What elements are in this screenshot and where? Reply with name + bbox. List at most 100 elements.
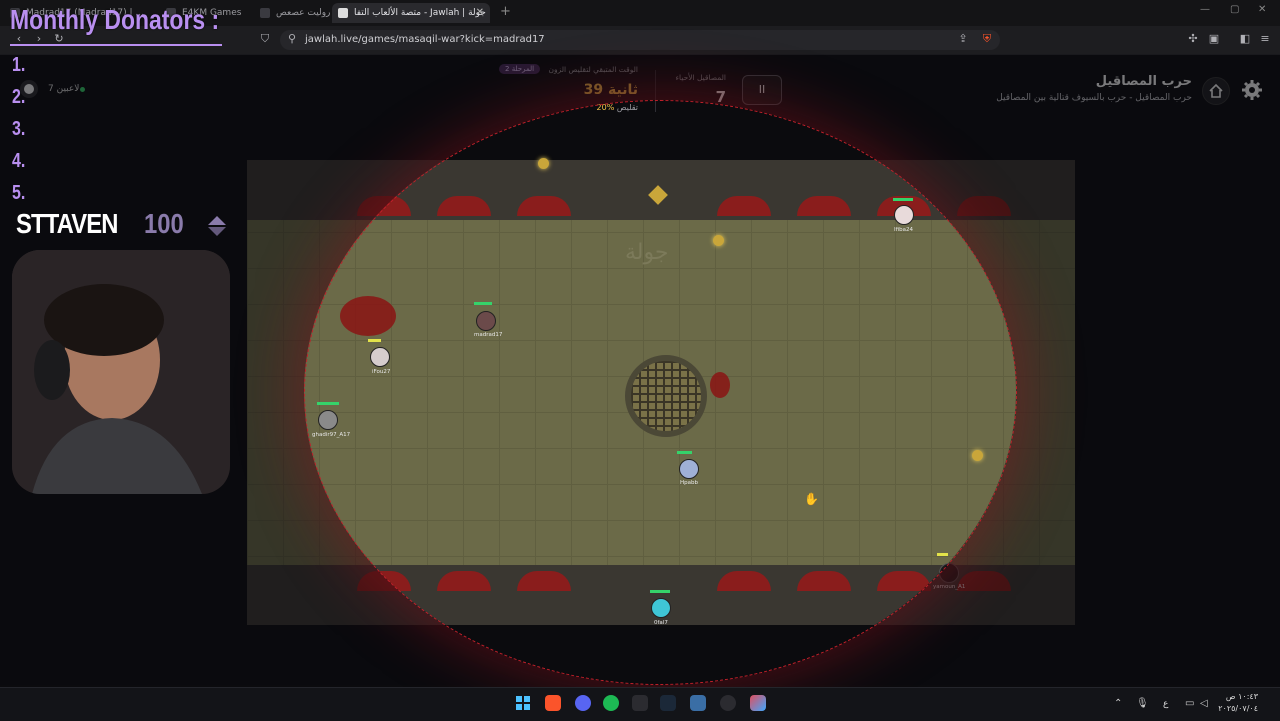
wall-banner	[437, 571, 491, 591]
alive-label: المصاقيل الأحياء	[675, 73, 726, 82]
new-tab-icon[interactable]: +	[500, 4, 511, 19]
bookmark-icon[interactable]: ⛉	[258, 32, 272, 46]
donator-rank: 1.	[12, 54, 26, 76]
brave-app-icon[interactable]	[545, 695, 561, 711]
extensions-icon[interactable]: ✣	[1186, 32, 1200, 46]
player-health-bar	[317, 402, 339, 405]
copilot-app-icon[interactable]	[750, 695, 766, 711]
donator-rank: 5.	[12, 182, 26, 204]
player-name: 0fal7	[654, 620, 668, 626]
volume-icon[interactable]: ◁	[1200, 698, 1208, 709]
tab-favicon-icon	[260, 8, 270, 18]
donator-rank: 2.	[12, 86, 26, 108]
player-health-bar	[937, 553, 948, 556]
player-avatar[interactable]	[894, 205, 914, 225]
shrink-percent-value: 20%	[596, 103, 615, 112]
stage-badge: المرحلة 2	[499, 64, 541, 74]
input-language[interactable]: ع	[1163, 699, 1168, 709]
top-sub-name: STTAVEN	[16, 208, 118, 239]
gold-coin[interactable]	[972, 450, 983, 461]
player-name: Hpabb	[680, 480, 698, 486]
brave-shield-icon[interactable]: ⛨	[980, 32, 994, 46]
home-icon	[1209, 83, 1223, 98]
donator-rank: 4.	[12, 150, 26, 172]
browser-tab[interactable]: روليت عصعص	[254, 3, 330, 23]
zone-timer-label: الوقت المتبقي لتقليص الزون	[548, 65, 638, 74]
player-avatar[interactable]	[476, 311, 496, 331]
obs-app-icon[interactable]	[720, 695, 736, 711]
wall-banner	[797, 196, 851, 216]
online-status-icon	[80, 87, 85, 92]
menu-icon[interactable]: ≡	[1258, 32, 1272, 46]
player-health-bar	[677, 451, 692, 454]
discord-app-icon[interactable]	[575, 695, 591, 711]
player-avatar[interactable]	[318, 410, 338, 430]
wall-banner	[437, 196, 491, 216]
wall-banner	[797, 571, 851, 591]
pause-button[interactable]: II	[742, 75, 782, 105]
wall-banner	[357, 571, 411, 591]
wallet-icon[interactable]: ▣	[1207, 32, 1221, 46]
photos-app-icon[interactable]	[690, 695, 706, 711]
spotify-app-icon[interactable]	[603, 695, 619, 711]
player-name: Ifiba24	[894, 227, 913, 233]
url-text: jawlah.live/games/masaqil-war?kick=madra…	[305, 34, 545, 45]
tab-label: متصة الألعاب التفا - Jawlah | جولة	[354, 8, 486, 18]
hand-cursor-icon: ✋	[804, 492, 819, 506]
wall-banner	[517, 571, 571, 591]
player-avatar[interactable]	[679, 459, 699, 479]
game-subtitle: حرب المصاقيل - حرب بالسيوف قتالية بين ال…	[996, 93, 1192, 103]
top-sub-count: 100	[144, 208, 184, 239]
network-icon[interactable]: ▭	[1185, 698, 1194, 709]
sidebar-icon[interactable]: ◧	[1238, 32, 1252, 46]
clock-time[interactable]: ١٠:٤٣ ص	[1218, 692, 1258, 701]
microphone-icon[interactable]: 🎙	[1136, 698, 1149, 709]
player-health-bar	[368, 339, 381, 342]
player-name: madrad17	[474, 332, 503, 338]
tab-label: روليت عصعص	[276, 8, 330, 18]
player-name: iFou27	[372, 369, 391, 375]
player-name: ghadir97_A17	[312, 432, 351, 438]
start-icon[interactable]	[515, 695, 531, 711]
donators-title: Monthly Donators :	[10, 4, 220, 35]
wall-banner	[517, 196, 571, 216]
arena-center-grate	[625, 355, 707, 437]
player-health-bar	[474, 302, 492, 305]
wall-banner	[717, 196, 771, 216]
xbox-app-icon[interactable]	[632, 695, 648, 711]
wall-banner	[957, 196, 1011, 216]
alive-count: 7	[715, 88, 726, 106]
donators-underline	[10, 44, 222, 46]
chevron-up-icon[interactable]: ⌃	[1114, 698, 1122, 709]
zone-shrink-percent: 20% تقليص	[560, 103, 638, 112]
player-avatar-self[interactable]	[651, 598, 671, 618]
player-name: yamoun_A1	[933, 584, 966, 590]
player-health-bar	[893, 198, 913, 201]
browser-tab-active[interactable]: متصة الألعاب التفا - Jawlah | جولة ✕	[332, 3, 490, 23]
steam-app-icon[interactable]	[660, 695, 676, 711]
shrink-percent-label: تقليص	[616, 103, 638, 112]
donator-rank: 3.	[12, 118, 26, 140]
player-avatar[interactable]	[370, 347, 390, 367]
share-icon[interactable]: ⇪	[956, 32, 970, 46]
player-avatar[interactable]	[939, 563, 959, 583]
tab-favicon-icon	[338, 8, 348, 18]
site-info-icon[interactable]: ⚲	[285, 32, 299, 46]
arena-watermark: جولة	[625, 240, 669, 265]
gold-coin[interactable]	[538, 158, 549, 169]
wall-banner	[717, 571, 771, 591]
webcam-feed	[12, 250, 230, 494]
close-window-icon[interactable]: ✕	[1258, 4, 1266, 15]
wall-banner	[877, 571, 931, 591]
blood-splatter	[710, 372, 730, 398]
blood-splatter	[340, 296, 396, 336]
minimize-icon[interactable]: —	[1200, 4, 1210, 15]
close-tab-icon[interactable]: ✕	[476, 3, 484, 23]
gold-coin[interactable]	[713, 235, 724, 246]
home-button[interactable]	[1202, 77, 1230, 105]
settings-button[interactable]	[1240, 78, 1264, 102]
maximize-icon[interactable]: ▢	[1230, 4, 1239, 15]
players-online-count: 7 لاعبين	[48, 84, 80, 94]
clock-date[interactable]: ٢٠٢٥/٠٧/٠٤	[1218, 704, 1258, 713]
wall-banner	[357, 196, 411, 216]
